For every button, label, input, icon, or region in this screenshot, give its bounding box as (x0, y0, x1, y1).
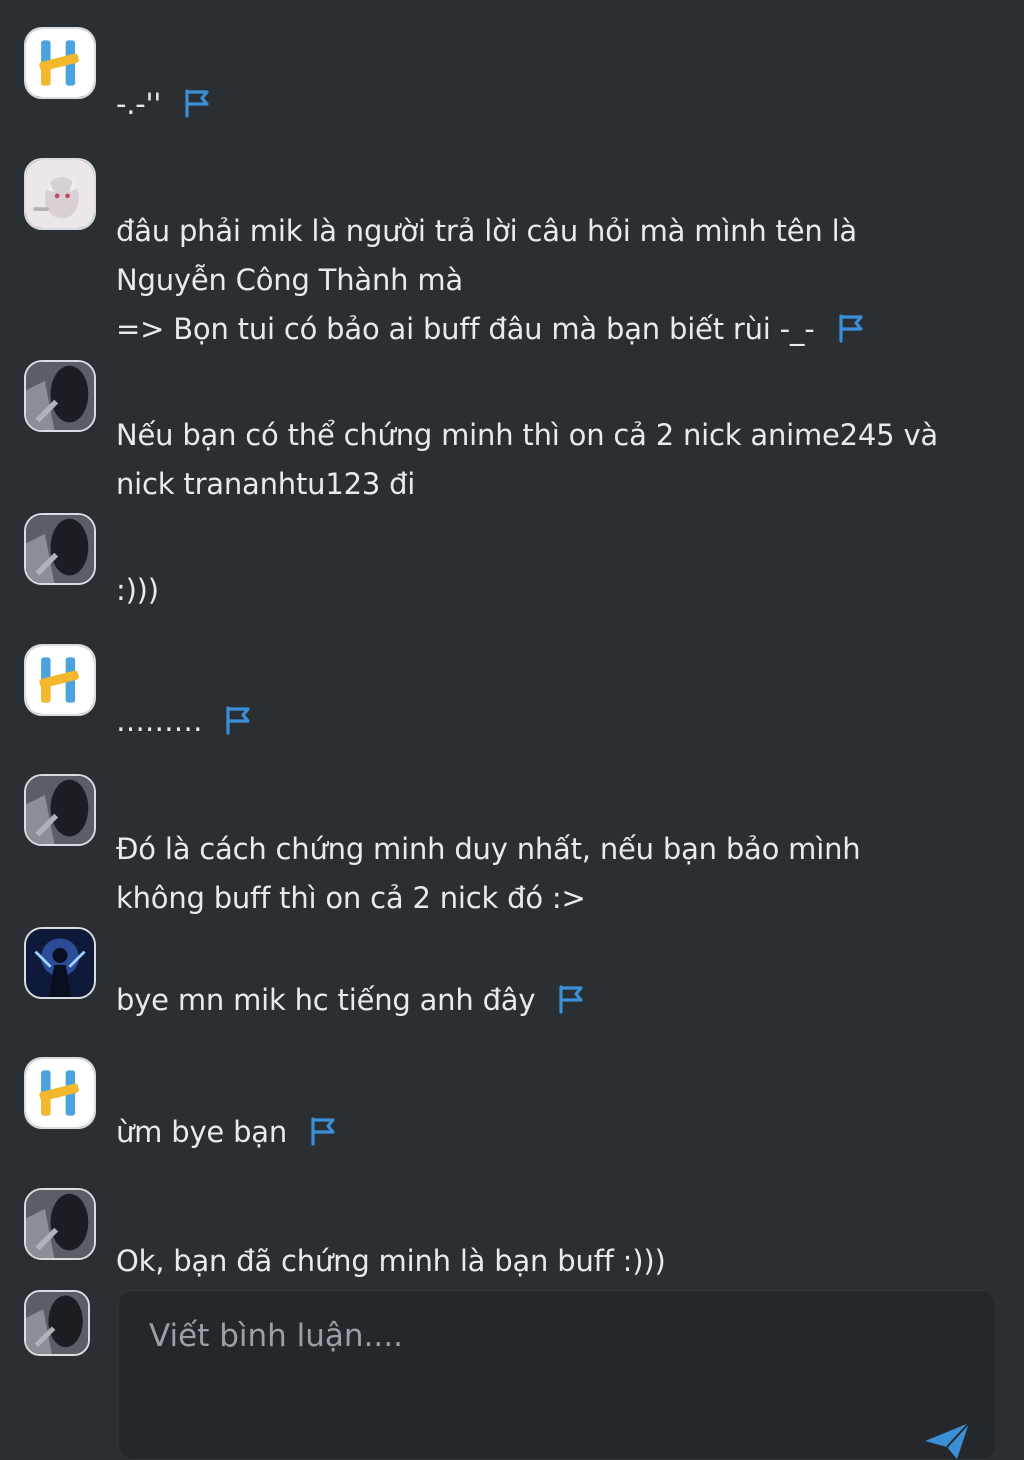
user-avatar[interactable] (24, 774, 96, 846)
report-flag-icon[interactable] (309, 1116, 337, 1146)
comment-text: Nếu bạn có thể chứng minh thì on cả 2 ni… (116, 418, 938, 501)
dark-portrait-avatar-icon (26, 776, 94, 844)
comment-text: đâu phải mik là người trả lời câu hỏi mà… (116, 214, 857, 346)
report-flag-icon[interactable] (837, 313, 865, 343)
comment-text: Đó là cách chứng minh duy nhất, nếu bạn … (116, 832, 861, 915)
user-avatar[interactable] (24, 27, 96, 99)
user-avatar[interactable] (24, 360, 96, 432)
send-icon[interactable] (921, 1419, 973, 1459)
report-flag-icon[interactable] (183, 88, 211, 118)
user-avatar[interactable] (24, 1057, 96, 1129)
user-avatar[interactable] (24, 927, 96, 999)
hoc24-logo-icon (26, 29, 94, 97)
comment-text: -.-'' (116, 87, 162, 121)
comment-text: ……… (116, 704, 203, 738)
hoc24-logo-icon (26, 646, 94, 714)
user-avatar[interactable] (24, 513, 96, 585)
report-flag-icon[interactable] (224, 705, 252, 735)
user-avatar[interactable] (24, 1188, 96, 1260)
dark-portrait-avatar-icon (26, 515, 94, 583)
report-flag-icon[interactable] (557, 984, 585, 1014)
dark-portrait-avatar-icon (26, 1292, 88, 1354)
dark-portrait-avatar-icon (26, 1190, 94, 1258)
comment-text: Ok, bạn đã chứng minh là bạn buff :))) (116, 1244, 666, 1278)
user-avatar[interactable] (24, 158, 96, 230)
user-avatar[interactable] (24, 644, 96, 716)
current-user-avatar[interactable] (24, 1290, 90, 1356)
comment-input[interactable] (149, 1313, 915, 1359)
comment-text: ừm bye bạn (116, 1115, 288, 1149)
hoc24-logo-icon (26, 1059, 94, 1127)
comment-text: bye mn mik hc tiếng anh đây (116, 983, 536, 1017)
comment-composer (118, 1290, 996, 1460)
fox-mask-avatar-icon (26, 160, 94, 228)
neon-figure-avatar-icon (26, 929, 94, 997)
comment-text: :))) (116, 573, 159, 607)
dark-portrait-avatar-icon (26, 362, 94, 430)
